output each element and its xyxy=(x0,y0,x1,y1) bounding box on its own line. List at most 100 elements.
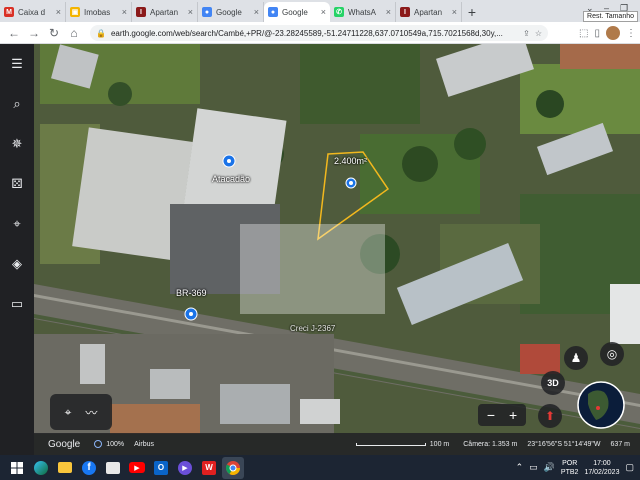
clock[interactable]: 17:00 17/02/2023 xyxy=(584,459,619,477)
pegman-icon[interactable]: ♟ xyxy=(564,346,588,370)
tab-close-icon[interactable]: × xyxy=(452,7,457,17)
zoom-in-button[interactable]: + xyxy=(509,407,517,423)
back-button[interactable]: ← xyxy=(4,23,24,43)
browser-tab[interactable]: M Caixa d × xyxy=(0,2,66,22)
volume-icon[interactable]: 🔊 xyxy=(544,462,555,473)
tab-favicon-icon: ▣ xyxy=(70,7,80,17)
system-tray: ⌃ ▭ 🔊 POR PTB2 17:00 17/02/2023 ▢ xyxy=(516,455,634,480)
toolbar-right: ⬚ ▯ ⋮ xyxy=(579,25,636,41)
lock-icon: 🔒 xyxy=(96,28,106,38)
tab-close-icon[interactable]: × xyxy=(56,7,61,17)
browser-tab[interactable]: I Apartan × xyxy=(396,2,462,22)
elevation: 637 m xyxy=(610,440,630,448)
projects-icon[interactable]: ⌖ xyxy=(0,204,34,244)
earth-map-view[interactable]: ☰ ⌕ ✵ ⚄ ⌖ ◈ ▭ Atacadão 2.400m² BR-369 Cr… xyxy=(0,44,640,455)
clock-time: 17:00 xyxy=(593,459,611,467)
menu-icon[interactable]: ☰ xyxy=(0,44,34,84)
road-label: BR-369 xyxy=(176,288,207,298)
imagery-source: Airbus xyxy=(134,440,154,448)
atacadao-label: Atacadão xyxy=(212,174,251,184)
scale-text: 100 m xyxy=(429,440,450,448)
measure-icon[interactable]: ▭ xyxy=(0,284,34,324)
tab-favicon-icon: ● xyxy=(202,7,212,17)
media-player-icon[interactable]: ▶ xyxy=(174,457,196,479)
camera-altitude: Câmera: 1.353 m xyxy=(463,440,518,448)
map-style-icon[interactable]: ◈ xyxy=(0,244,34,284)
home-button[interactable]: ⌂ xyxy=(64,23,84,43)
tab-close-icon[interactable]: × xyxy=(321,7,326,17)
tab-title: Apartan xyxy=(150,7,179,17)
placemark-icon[interactable]: ⌖ xyxy=(65,405,72,420)
tab-favicon-icon: I xyxy=(400,7,410,17)
tab-close-icon[interactable]: × xyxy=(122,7,127,17)
extensions-icon[interactable]: ⬚ xyxy=(579,28,588,39)
path-icon[interactable]: 〰 xyxy=(85,404,97,421)
side-panel-icon[interactable]: ▯ xyxy=(594,28,600,39)
edge-icon[interactable] xyxy=(30,457,52,479)
restore-tooltip: Rest. Tamanho xyxy=(583,11,638,22)
windows-start-icon[interactable] xyxy=(6,457,28,479)
outlook-icon[interactable]: O xyxy=(150,457,172,479)
forward-button[interactable]: → xyxy=(24,23,44,43)
tab-title: WhatsA xyxy=(348,7,377,17)
tab-close-icon[interactable]: × xyxy=(188,7,193,17)
locate-icon[interactable]: ◎ xyxy=(600,342,624,366)
tab-close-icon[interactable]: × xyxy=(386,7,391,17)
tab-close-icon[interactable]: × xyxy=(254,7,259,17)
tab-favicon-icon: ✆ xyxy=(334,7,344,17)
streaming-percent: 100% xyxy=(106,440,125,448)
tab-title: Caixa d xyxy=(18,7,46,17)
tab-strip: M Caixa d × ▣ Imobas × I Apartan × ● Google × ● Googl… xyxy=(0,0,640,22)
browser-tab[interactable]: ✆ WhatsA × xyxy=(330,2,396,22)
scale-line xyxy=(355,442,426,446)
profile-avatar[interactable] xyxy=(606,26,620,40)
tab-title: Imobas xyxy=(84,7,111,17)
coordinates: 23°16'56"S 51°14'49"W xyxy=(527,440,601,448)
tab-list: M Caixa d × ▣ Imobas × I Apartan × ● Google × ● Googl… xyxy=(0,2,462,22)
earth-sidebar: ☰ ⌕ ✵ ⚄ ⌖ ◈ ▭ xyxy=(0,44,34,455)
menu-kebab-icon[interactable]: ⋮ xyxy=(626,28,636,39)
youtube-icon[interactable]: ▶ xyxy=(126,457,148,479)
zoom-controls: − + xyxy=(478,404,526,426)
address-url: earth.google.com/web/search/Cambé,+PR/@-… xyxy=(110,28,503,38)
tab-favicon-icon: I xyxy=(136,7,146,17)
address-bar[interactable]: 🔒 earth.google.com/web/search/Cambé,+PR/… xyxy=(90,25,548,41)
pdf-app-icon[interactable]: W xyxy=(198,457,220,479)
tab-title: Apartan xyxy=(414,7,443,17)
compass-icon[interactable]: ⬆ xyxy=(538,404,562,428)
tray-chevron-icon[interactable]: ⌃ xyxy=(516,462,524,473)
new-tab-button[interactable]: + xyxy=(462,2,482,22)
clock-date: 17/02/2023 xyxy=(584,468,620,476)
watermark-label: Creci J-2367 xyxy=(290,324,336,333)
streaming-icon xyxy=(94,440,103,448)
tool-pod: ⌖ 〰 xyxy=(50,394,112,430)
bookmark-star-icon[interactable]: ☆ xyxy=(535,29,542,38)
network-icon[interactable]: ▭ xyxy=(529,462,538,473)
google-logo: Google xyxy=(48,438,81,450)
browser-tab[interactable]: I Apartan × xyxy=(132,2,198,22)
language-code: POR xyxy=(562,459,578,467)
zoom-out-button[interactable]: − xyxy=(487,407,495,423)
search-icon[interactable]: ⌕ xyxy=(0,84,34,124)
share-icon[interactable]: ⇪ xyxy=(523,29,530,38)
notifications-icon[interactable]: ▢ xyxy=(625,462,634,473)
3d-toggle-button[interactable]: 3D xyxy=(541,371,565,395)
chrome-icon[interactable] xyxy=(222,456,244,479)
globe-minimap-icon[interactable] xyxy=(576,380,626,430)
browser-tab[interactable]: ● Google × xyxy=(264,2,330,22)
reload-button[interactable]: ↻ xyxy=(44,23,64,43)
facebook-icon[interactable]: f xyxy=(78,457,100,479)
browser-window: M Caixa d × ▣ Imobas × I Apartan × ● Google × ● Googl… xyxy=(0,0,640,480)
language-indicator[interactable]: POR PTB2 xyxy=(561,459,579,477)
file-explorer-icon[interactable] xyxy=(54,457,76,479)
voyager-icon[interactable]: ✵ xyxy=(0,124,34,164)
browser-toolbar: ← → ↻ ⌂ 🔒 earth.google.com/web/search/Ca… xyxy=(0,22,640,44)
tab-title: Google xyxy=(282,7,308,17)
store-icon[interactable] xyxy=(102,457,124,479)
area-label: 2.400m² xyxy=(334,156,368,166)
feeling-lucky-icon[interactable]: ⚄ xyxy=(0,164,34,204)
streaming-indicator: 100% xyxy=(94,440,124,448)
browser-tab[interactable]: ● Google × xyxy=(198,2,264,22)
browser-tab[interactable]: ▣ Imobas × xyxy=(66,2,132,22)
tab-favicon-icon: M xyxy=(4,7,14,17)
